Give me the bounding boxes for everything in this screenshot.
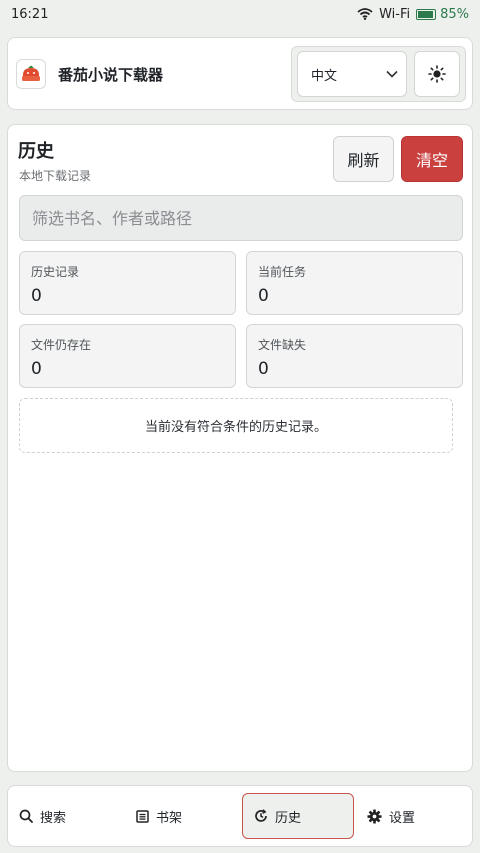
gear-icon: [367, 808, 382, 824]
nav-label: 设置: [389, 810, 416, 826]
stat-history-records: 历史记录 0: [19, 251, 236, 315]
stat-label: 文件缺失: [258, 338, 307, 352]
status-bar: 16:21 Wi-Fi 85%: [0, 0, 480, 28]
battery-indicator: 85%: [416, 7, 469, 22]
page-subtitle: 本地下载记录: [19, 169, 92, 183]
battery-percent: 85%: [440, 6, 469, 22]
nav-label: 历史: [275, 810, 302, 826]
stat-value: 0: [31, 286, 42, 306]
empty-state-message: 当前没有符合条件的历史记录。: [19, 398, 453, 453]
refresh-button[interactable]: 刷新: [333, 136, 394, 182]
chevron-down-icon: [386, 70, 398, 78]
bottom-nav: 搜索 书架 历史 设置: [7, 785, 473, 847]
history-panel: 历史 本地下载记录 刷新 清空 历史记录 0 当前任务 0 文件仍存在 0 文件…: [7, 124, 473, 772]
nav-label: 搜索: [40, 810, 67, 826]
status-time: 16:21: [11, 6, 49, 22]
stat-value: 0: [258, 359, 269, 379]
tomato-logo-icon: [16, 59, 46, 89]
nav-item-search[interactable]: 搜索: [8, 793, 118, 839]
filter-input[interactable]: [19, 195, 463, 241]
nav-item-settings[interactable]: 设置: [356, 793, 466, 839]
history-icon: [254, 809, 268, 823]
theme-toggle-button[interactable]: [414, 51, 460, 97]
page-title: 历史: [18, 141, 54, 162]
stat-label: 历史记录: [31, 265, 80, 279]
nav-item-history[interactable]: 历史: [242, 793, 354, 839]
stat-current-tasks: 当前任务 0: [246, 251, 463, 315]
stat-value: 0: [258, 286, 269, 306]
header-controls: 中文: [291, 46, 466, 102]
stat-files-missing: 文件缺失 0: [246, 324, 463, 388]
list-icon: [136, 809, 149, 823]
stat-label: 文件仍存在: [31, 338, 92, 352]
stat-label: 当前任务: [258, 265, 307, 279]
app-header: 番茄小说下载器 中文: [7, 37, 473, 110]
stat-files-exist: 文件仍存在 0: [19, 324, 236, 388]
status-indicators: Wi-Fi 85%: [357, 7, 469, 22]
language-selected-value: 中文: [311, 68, 338, 84]
nav-label: 书架: [156, 810, 183, 826]
nav-item-bookshelf[interactable]: 书架: [125, 793, 235, 839]
clear-button[interactable]: 清空: [401, 136, 463, 182]
network-label: Wi-Fi: [379, 6, 411, 22]
battery-icon: [416, 8, 437, 20]
search-icon: [19, 809, 33, 823]
app-title: 番茄小说下载器: [58, 66, 164, 84]
wifi-icon: [357, 8, 373, 20]
sun-icon: [428, 65, 446, 83]
language-select[interactable]: 中文: [297, 51, 407, 97]
stat-value: 0: [31, 359, 42, 379]
